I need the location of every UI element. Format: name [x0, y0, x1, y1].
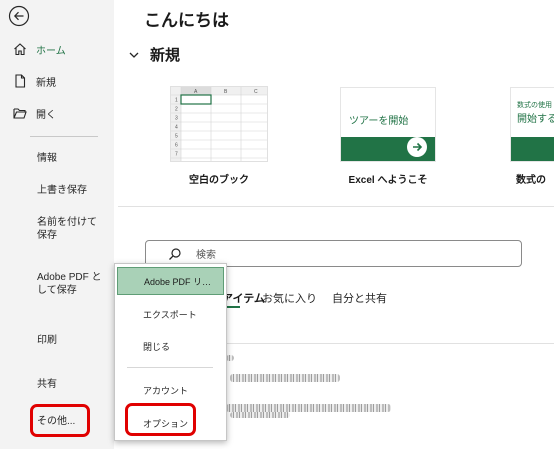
arrow-right-icon [407, 137, 427, 157]
section-divider [118, 206, 554, 207]
tab-favorites[interactable]: お気に入り [262, 290, 317, 306]
row-header: 1 [175, 98, 178, 104]
sidebar-item-open[interactable]: 開く [0, 104, 114, 122]
sidebar-item-info[interactable]: 情報 [37, 152, 109, 165]
sidebar-item-save-as-adobe-pdf[interactable]: Adobe PDF として保存 [37, 271, 103, 297]
more-highlight-box [30, 404, 90, 437]
new-section-label: 新規 [150, 47, 181, 64]
search-icon [169, 247, 181, 260]
template-label: Excel へようこそ [348, 175, 428, 186]
sidebar-item-save-as[interactable]: 名前を付けて保存 [37, 216, 103, 242]
new-section-header[interactable]: 新規 [128, 44, 180, 65]
row-header: 3 [175, 116, 178, 122]
sidebar-divider [30, 136, 98, 137]
options-highlight-box [125, 403, 196, 436]
redacted-file-name[interactable] [230, 374, 340, 382]
menu-divider [127, 367, 213, 368]
new-document-icon [12, 73, 28, 89]
formula-tile-subtext: 数式の使用 [517, 102, 552, 109]
sidebar-item-label: 新規 [36, 77, 56, 89]
template-welcome-to-excel[interactable]: ツアーを開始 [340, 87, 436, 162]
row-header: 2 [175, 107, 178, 113]
tile-accent-band [511, 137, 554, 161]
menu-item-account[interactable]: アカウント [115, 384, 226, 397]
template-formulas[interactable]: 数式の使用 開始する [510, 87, 554, 162]
redacted-file-name[interactable] [226, 404, 391, 412]
home-icon [12, 41, 28, 57]
sidebar-item-label: 開く [36, 109, 56, 121]
formula-tile-text: 開始する [517, 114, 554, 125]
row-header: 6 [175, 143, 178, 149]
sidebar-item-print[interactable]: 印刷 [37, 334, 109, 347]
sidebar-item-save[interactable]: 上書き保存 [37, 184, 109, 197]
redacted-text [226, 355, 234, 361]
sidebar-item-label: ホーム [36, 45, 66, 57]
sidebar-item-home[interactable]: ホーム [0, 40, 114, 58]
back-button[interactable] [8, 5, 30, 27]
template-blank-workbook[interactable]: A B C 1 2 3 4 5 6 7 [170, 86, 268, 162]
column-header: C [254, 89, 258, 95]
menu-item-close[interactable]: 閉じる [115, 340, 226, 353]
row-header: 5 [175, 134, 178, 140]
redacted-file-path [230, 412, 290, 418]
greeting-title: こんにちは [144, 11, 229, 30]
tour-start-text: ツアーを開始 [349, 116, 409, 127]
row-header: 7 [175, 152, 178, 158]
menu-item-export[interactable]: エクスポート [115, 308, 226, 321]
menu-item-adobe-pdf[interactable]: Adobe PDF リ… [117, 267, 224, 295]
blank-workbook-thumbnail: A B C 1 2 3 4 5 6 7 [171, 87, 267, 161]
search-placeholder: 検索 [196, 250, 216, 261]
tab-shared-with-me[interactable]: 自分と共有 [332, 290, 387, 306]
more-options-menu: Adobe PDF リ… エクスポート 閉じる アカウント オプション [114, 263, 227, 441]
sidebar-item-share[interactable]: 共有 [37, 378, 109, 391]
sidebar-item-new[interactable]: 新規 [0, 72, 114, 90]
chevron-down-icon [129, 52, 139, 58]
back-arrow-icon [8, 5, 30, 27]
open-folder-icon [12, 105, 28, 121]
row-header: 4 [175, 125, 178, 131]
template-label: 数式の [516, 175, 546, 186]
backstage-sidebar: ホーム 新規 開く 情報 上書き保存 名前を付けて保存 Adobe PDF とし… [0, 0, 114, 449]
template-label: 空白のブック [189, 175, 249, 186]
tab-recent-items[interactable]: アイテム [222, 290, 265, 306]
